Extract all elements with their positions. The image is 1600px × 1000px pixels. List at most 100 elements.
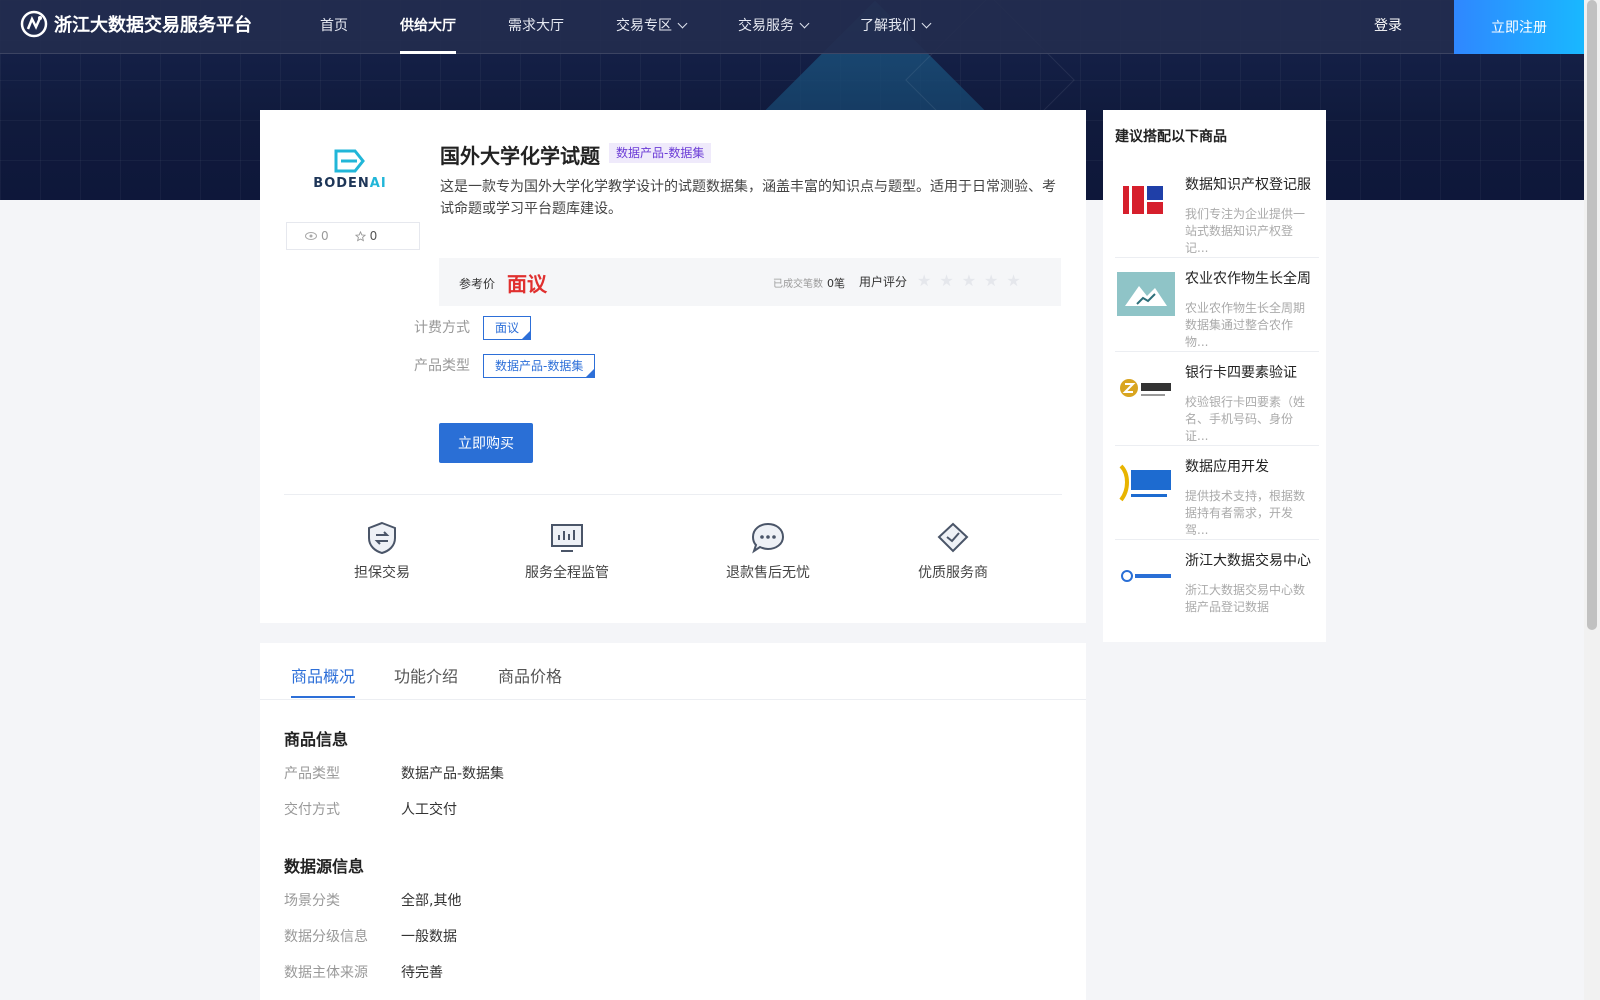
zjdex-logo-icon [1117, 554, 1175, 598]
page-scrollbar[interactable] [1584, 0, 1600, 1000]
zhongzheng-logo-icon [1117, 366, 1175, 410]
info-value: 一般数据 [401, 929, 457, 945]
info-key: 交付方式 [284, 802, 340, 818]
info-value: 待完善 [401, 965, 443, 981]
detail-tabs-panel: 商品概况 功能介绍 商品价格 商品信息 产品类型 数据产品-数据集 交付方式 人… [260, 643, 1086, 1000]
site-logo[interactable]: 浙江大数据交易服务平台 [20, 10, 252, 38]
eye-icon [305, 232, 317, 240]
sidebar-heading: 建议搭配以下商品 [1115, 129, 1227, 145]
info-key: 数据主体来源 [284, 965, 368, 981]
nav-item-trade-zone[interactable]: 交易专区 [616, 0, 688, 54]
product-card: BODENAI 0 0 国外大学化学试题 数据产品-数据集 这是一款专为国外大学… [260, 110, 1086, 623]
main-menu: 首页 供给大厅 需求大厅 交易专区 交易服务 了解我们 [320, 0, 982, 54]
recommend-item[interactable]: 浙江大数据交易中心 浙江大数据交易中心数据产品登记数据 [1115, 540, 1319, 634]
crop-chart-thumbnail-icon [1117, 272, 1175, 316]
feature-quality-provider: 优质服务商 [883, 520, 1023, 582]
active-tab-indicator [291, 696, 355, 698]
nav-item-label: 交易服务 [738, 18, 794, 34]
tab-divider [260, 699, 1086, 700]
favorite-count[interactable]: 0 [354, 229, 378, 243]
view-count-value: 0 [321, 229, 329, 243]
ipr-logo-icon [1117, 178, 1175, 222]
buy-now-button[interactable]: 立即购买 [439, 423, 533, 463]
info-value: 人工交付 [401, 802, 457, 818]
info-value: 全部,其他 [401, 893, 462, 909]
logo-icon [20, 10, 48, 38]
deal-count-value: 0笔 [827, 277, 845, 290]
favorite-count-value: 0 [369, 229, 378, 243]
chat-bubble-icon [751, 522, 785, 554]
boden-logo-icon [334, 149, 365, 173]
rating-label: 用户评分 [859, 275, 908, 289]
recommend-item-desc: 提供技术支持，根据数据持有者需求，开发驾... [1185, 489, 1306, 537]
chevron-down-icon [677, 18, 688, 29]
info-key: 场景分类 [284, 893, 340, 909]
nav-item-trade-services[interactable]: 交易服务 [738, 0, 810, 54]
logo-name-part: AI [369, 176, 387, 191]
star-outline-icon [354, 230, 366, 242]
nav-item-label: 首页 [320, 18, 348, 34]
digital-dongyang-logo-icon [1117, 460, 1175, 504]
view-count: 0 [305, 229, 329, 243]
nav-item-supply-hall[interactable]: 供给大厅 [400, 0, 456, 54]
nav-item-label: 需求大厅 [508, 18, 564, 34]
logo-name-part: BODEN [313, 176, 370, 191]
section-data-source: 数据源信息 [284, 857, 365, 876]
recommendation-sidebar: 建议搭配以下商品 数据知识产权登记服 我们专注为企业提供一站式数据知识产权登记.… [1103, 110, 1326, 642]
chevron-down-icon [921, 18, 932, 29]
info-value: 数据产品-数据集 [401, 766, 505, 782]
scrollbar-thumb[interactable] [1587, 0, 1597, 630]
tab-overview[interactable]: 商品概况 [291, 663, 355, 687]
nav-item-label: 交易专区 [616, 18, 672, 34]
feature-label: 服务全程监管 [525, 565, 609, 581]
nav-item-demand-hall[interactable]: 需求大厅 [508, 0, 564, 54]
price-value: 面议 [507, 272, 547, 296]
logo-text: 浙江大数据交易服务平台 [54, 15, 252, 36]
top-navbar: 浙江大数据交易服务平台 首页 供给大厅 需求大厅 交易专区 交易服务 了解我们 … [0, 0, 1584, 54]
nav-item-label: 了解我们 [860, 18, 916, 34]
feature-label: 担保交易 [354, 565, 410, 581]
product-logo-name: BODENAI [313, 176, 386, 191]
price-panel: 参考价 面议 已成交笔数 0笔 用户评分 ★★★★★ [439, 258, 1061, 306]
feature-full-supervision: 服务全程监管 [497, 520, 637, 582]
nav-item-about-us[interactable]: 了解我们 [860, 0, 932, 54]
recommend-item-desc: 浙江大数据交易中心数据产品登记数据 [1185, 583, 1306, 614]
section-product-info: 商品信息 [284, 730, 349, 749]
type-option[interactable]: 数据产品-数据集 [483, 354, 596, 378]
recommend-item-desc: 校验银行卡四要素（姓名、手机号码、身份证... [1185, 395, 1306, 443]
rating-stars[interactable]: ★★★★★ [917, 271, 1029, 290]
billing-label: 计费方式 [414, 320, 470, 336]
feature-label: 优质服务商 [918, 565, 988, 581]
divider [284, 494, 1062, 495]
product-stats: 0 0 [286, 222, 420, 250]
recommend-item[interactable]: 农业农作物生长全周 农业农作物生长全周期数据集通过整合农作物... [1115, 258, 1319, 352]
nav-item-label: 供给大厅 [400, 18, 456, 34]
feature-refund-worry-free: 退款售后无忧 [698, 520, 838, 582]
price-label: 参考价 [459, 277, 496, 291]
nav-item-home[interactable]: 首页 [320, 0, 348, 54]
feature-label: 退款售后无忧 [726, 565, 810, 581]
shield-exchange-icon [368, 521, 396, 555]
recommend-item-desc: 我们专注为企业提供一站式数据知识产权登记... [1185, 207, 1306, 255]
product-description: 这是一款专为国外大学化学教学设计的试题数据集，涵盖丰富的知识点与题型。适用于日常… [440, 179, 1056, 217]
product-category-badge: 数据产品-数据集 [609, 143, 712, 163]
type-label: 产品类型 [414, 358, 470, 374]
product-title: 国外大学化学试题 [440, 144, 600, 168]
chevron-down-icon [799, 18, 810, 29]
product-logo: BODENAI [288, 148, 412, 218]
recommend-item[interactable]: 银行卡四要素验证 校验银行卡四要素（姓名、手机号码、身份证... [1115, 352, 1319, 446]
deal-count: 已成交笔数 0笔 [773, 275, 845, 291]
register-button[interactable]: 立即注册 [1454, 0, 1584, 54]
tab-features[interactable]: 功能介绍 [394, 663, 458, 687]
monitor-chart-icon [551, 524, 583, 552]
recommend-item-desc: 农业农作物生长全周期数据集通过整合农作物... [1185, 301, 1306, 349]
billing-option[interactable]: 面议 [483, 316, 532, 340]
recommend-item[interactable]: 数据应用开发 提供技术支持，根据数据持有者需求，开发驾... [1115, 446, 1319, 540]
deal-count-label: 已成交笔数 [773, 279, 823, 290]
recommend-item[interactable]: 数据知识产权登记服 我们专注为企业提供一站式数据知识产权登记... [1115, 164, 1319, 258]
login-link[interactable]: 登录 [1374, 0, 1402, 52]
info-key: 数据分级信息 [284, 929, 368, 945]
diamond-check-icon [937, 522, 969, 553]
feature-guaranteed-trade: 担保交易 [312, 520, 452, 582]
tab-pricing[interactable]: 商品价格 [498, 663, 562, 687]
